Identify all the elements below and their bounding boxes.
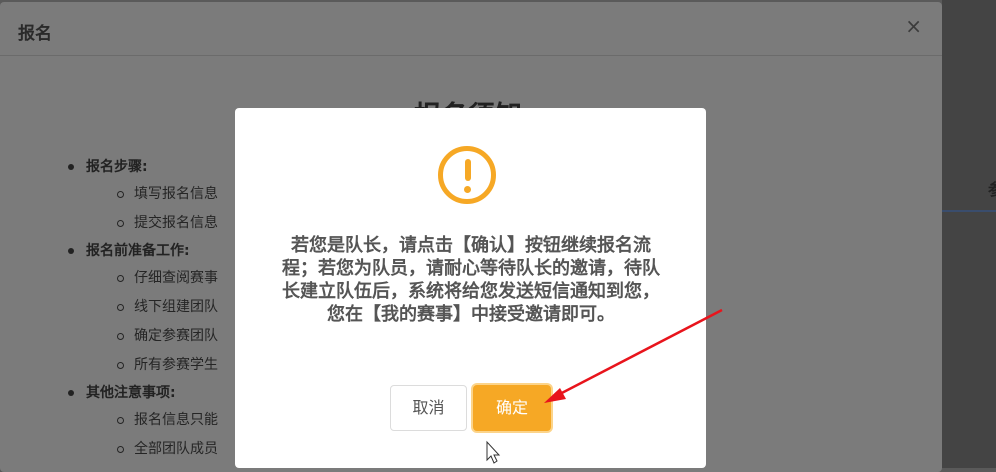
background-divider xyxy=(942,210,996,212)
confirm-dialog: 若您是队长，请点击【确认】按钮继续报名流程；若您为队员，请耐心等待队长的邀请，待… xyxy=(235,108,706,468)
background-page-right: 参 xyxy=(942,0,996,468)
notice-section: 报名步骤: 填写报名信息 提交报名信息 xyxy=(66,154,218,238)
list-item: 所有参赛学生 xyxy=(66,351,218,380)
cancel-button[interactable]: 取消 xyxy=(390,385,467,431)
notice-section: 报名前准备工作: 仔细查阅赛事 线下组建团队 确定参赛团队 所有参赛学生 xyxy=(66,238,218,380)
confirm-message: 若您是队长，请点击【确认】按钮继续报名流程；若您为队员，请耐心等待队长的邀请，待… xyxy=(282,235,660,325)
section-title: 报名步骤: xyxy=(66,154,218,180)
list-item: 全部团队成员 xyxy=(66,435,218,464)
warning-circle-icon xyxy=(438,146,496,204)
registration-modal-header: 报名 × xyxy=(0,2,942,56)
section-title: 报名前准备工作: xyxy=(66,238,218,264)
list-item: 仔细查阅赛事 xyxy=(66,264,218,293)
registration-modal-title: 报名 xyxy=(18,24,52,44)
close-icon[interactable]: × xyxy=(905,14,922,38)
list-item: 线下组建团队 xyxy=(66,293,218,322)
notice-section: 其他注意事项: 报名信息只能 全部团队成员 xyxy=(66,380,218,464)
list-item: 报名信息只能 xyxy=(66,406,218,435)
list-item: 填写报名信息 xyxy=(66,180,218,209)
background-fragment-text: 参 xyxy=(988,176,996,200)
confirm-button[interactable]: 确定 xyxy=(473,385,551,431)
section-title: 其他注意事项: xyxy=(66,380,218,406)
list-item: 确定参赛团队 xyxy=(66,322,218,351)
notice-list: 报名步骤: 填写报名信息 提交报名信息 报名前准备工作: 仔细查阅赛事 线下组建… xyxy=(66,154,218,464)
list-item: 提交报名信息 xyxy=(66,209,218,238)
